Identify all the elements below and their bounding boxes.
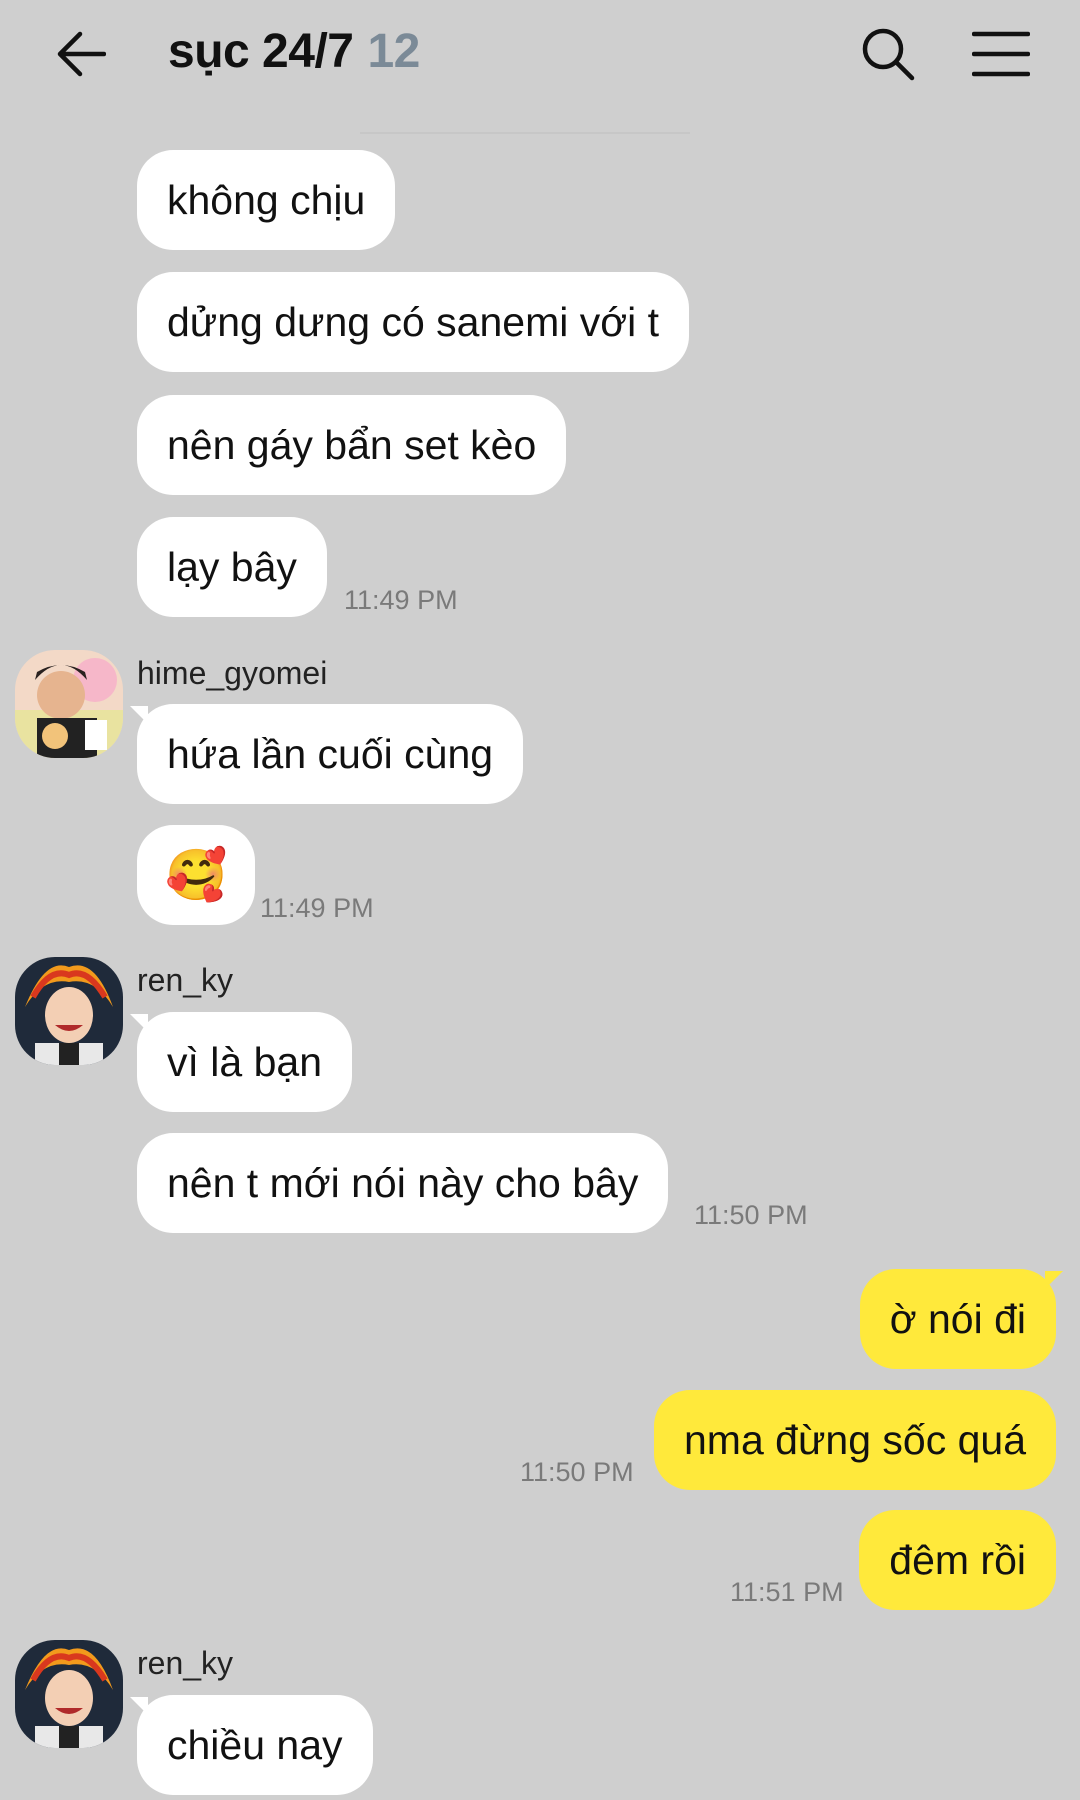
avatar-image-ren-ky: [15, 1640, 123, 1748]
message-bubble[interactable]: nên t mới nói này cho bây: [137, 1133, 669, 1233]
smiling-face-with-hearts-emoji: 🥰: [165, 846, 228, 903]
arrow-left-icon: [57, 31, 106, 77]
message-timestamp: 11:50 PM: [694, 1200, 808, 1230]
avatar[interactable]: [15, 1640, 123, 1748]
bubble-tail: [1045, 1271, 1063, 1289]
message-bubble[interactable]: chiều nay: [137, 1695, 373, 1795]
avatar[interactable]: [15, 957, 123, 1065]
message-bubble[interactable]: nên gáy bẩn set kèo: [137, 395, 567, 495]
message-text: vì là bạn: [167, 1038, 322, 1085]
message-text: không chịu: [167, 176, 366, 223]
search-icon: [862, 28, 915, 81]
message-timestamp: 11:49 PM: [260, 893, 374, 923]
message-text: ờ nói đi: [889, 1295, 1026, 1342]
chat-header: sục 24/7 12: [0, 0, 1080, 110]
member-count: 12: [367, 25, 420, 78]
search-button[interactable]: [860, 26, 916, 82]
message-bubble[interactable]: 🥰: [137, 825, 256, 925]
avatar-image-ren-ky: [15, 957, 123, 1065]
message-bubble[interactable]: hứa lần cuối cùng: [137, 704, 524, 804]
message-timestamp: 11:50 PM: [520, 1457, 634, 1487]
message-text: nên t mới nói này cho bây: [167, 1159, 639, 1206]
message-text: chiều nay: [167, 1721, 343, 1768]
avatar-image-hime-gyomei: [15, 650, 123, 758]
message-text: hứa lần cuối cùng: [167, 730, 494, 777]
message-text: nên gáy bẩn set kèo: [167, 421, 537, 468]
back-button[interactable]: [55, 28, 107, 80]
message-timestamp: 11:49 PM: [344, 585, 458, 615]
outgoing-message-bubble[interactable]: đêm rồi: [859, 1510, 1056, 1610]
message-bubble[interactable]: lạy bây: [137, 517, 327, 617]
header-divider: [360, 132, 690, 134]
message-timestamp: 11:51 PM: [730, 1577, 844, 1607]
sender-name: hime_gyomei: [137, 655, 328, 691]
hamburger-menu-icon: [971, 31, 1031, 77]
sender-name: ren_ky: [137, 1645, 234, 1681]
menu-button[interactable]: [971, 30, 1031, 78]
sender-name: ren_ky: [137, 962, 234, 998]
outgoing-message-bubble[interactable]: nma đừng sốc quá: [654, 1390, 1056, 1490]
avatar[interactable]: [15, 650, 123, 758]
outgoing-message-bubble[interactable]: ờ nói đi: [859, 1269, 1056, 1369]
message-text: đêm rồi: [889, 1536, 1026, 1583]
message-bubble[interactable]: không chịu: [137, 150, 396, 250]
chat-title[interactable]: sục 24/7 12: [168, 24, 420, 79]
message-bubble[interactable]: vì là bạn: [137, 1012, 352, 1112]
message-text: lạy bây: [167, 543, 297, 590]
chat-title-text: sục 24/7: [168, 25, 354, 78]
message-bubble[interactable]: dửng dưng có sanemi với t: [137, 272, 690, 372]
message-text: nma đừng sốc quá: [684, 1416, 1026, 1463]
message-text: dửng dưng có sanemi với t: [167, 298, 660, 345]
